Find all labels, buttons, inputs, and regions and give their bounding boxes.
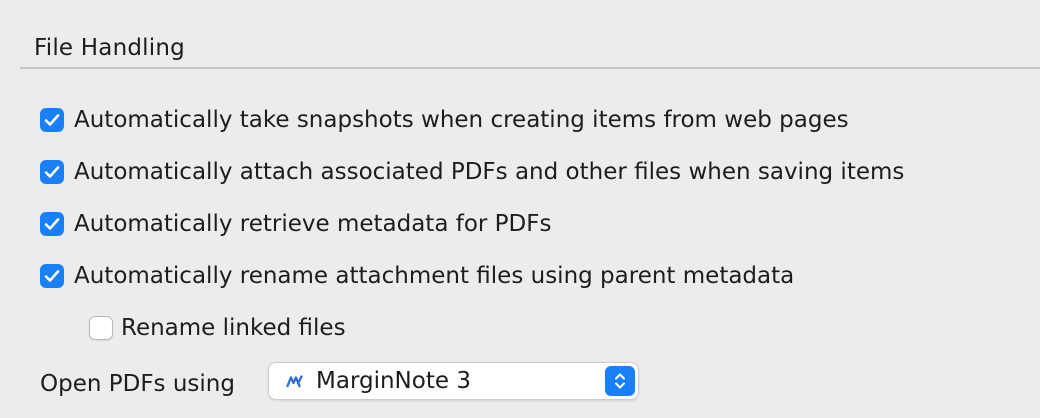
- pdf-reader-select-value: MarginNote 3: [316, 368, 471, 394]
- option-attach-files[interactable]: Automatically attach associated PDFs and…: [40, 156, 904, 188]
- pdf-reader-select[interactable]: MarginNote 3: [268, 362, 639, 400]
- open-pdfs-label: Open PDFs using: [40, 371, 235, 397]
- option-retrieve-metadata[interactable]: Automatically retrieve metadata for PDFs: [40, 208, 551, 240]
- checkbox-checked-icon[interactable]: [40, 264, 64, 288]
- option-take-snapshots[interactable]: Automatically take snapshots when creati…: [40, 104, 849, 136]
- marginnote-icon: [286, 372, 304, 390]
- option-label: Automatically take snapshots when creati…: [74, 107, 849, 133]
- chevron-up-down-icon[interactable]: [605, 366, 635, 396]
- option-label: Rename linked files: [121, 315, 346, 341]
- option-label: Automatically attach associated PDFs and…: [74, 159, 905, 185]
- checkbox-checked-icon[interactable]: [40, 212, 64, 236]
- checkbox-checked-icon[interactable]: [40, 108, 64, 132]
- section-title-file-handling: File Handling: [34, 35, 185, 61]
- option-label: Automatically rename attachment files us…: [74, 263, 795, 289]
- option-rename-attachments[interactable]: Automatically rename attachment files us…: [40, 260, 794, 292]
- section-divider: [20, 67, 1040, 69]
- option-rename-linked-files[interactable]: Rename linked files: [89, 312, 346, 344]
- checkbox-unchecked-icon[interactable]: [89, 316, 113, 340]
- checkbox-checked-icon[interactable]: [40, 160, 64, 184]
- option-label: Automatically retrieve metadata for PDFs: [74, 211, 552, 237]
